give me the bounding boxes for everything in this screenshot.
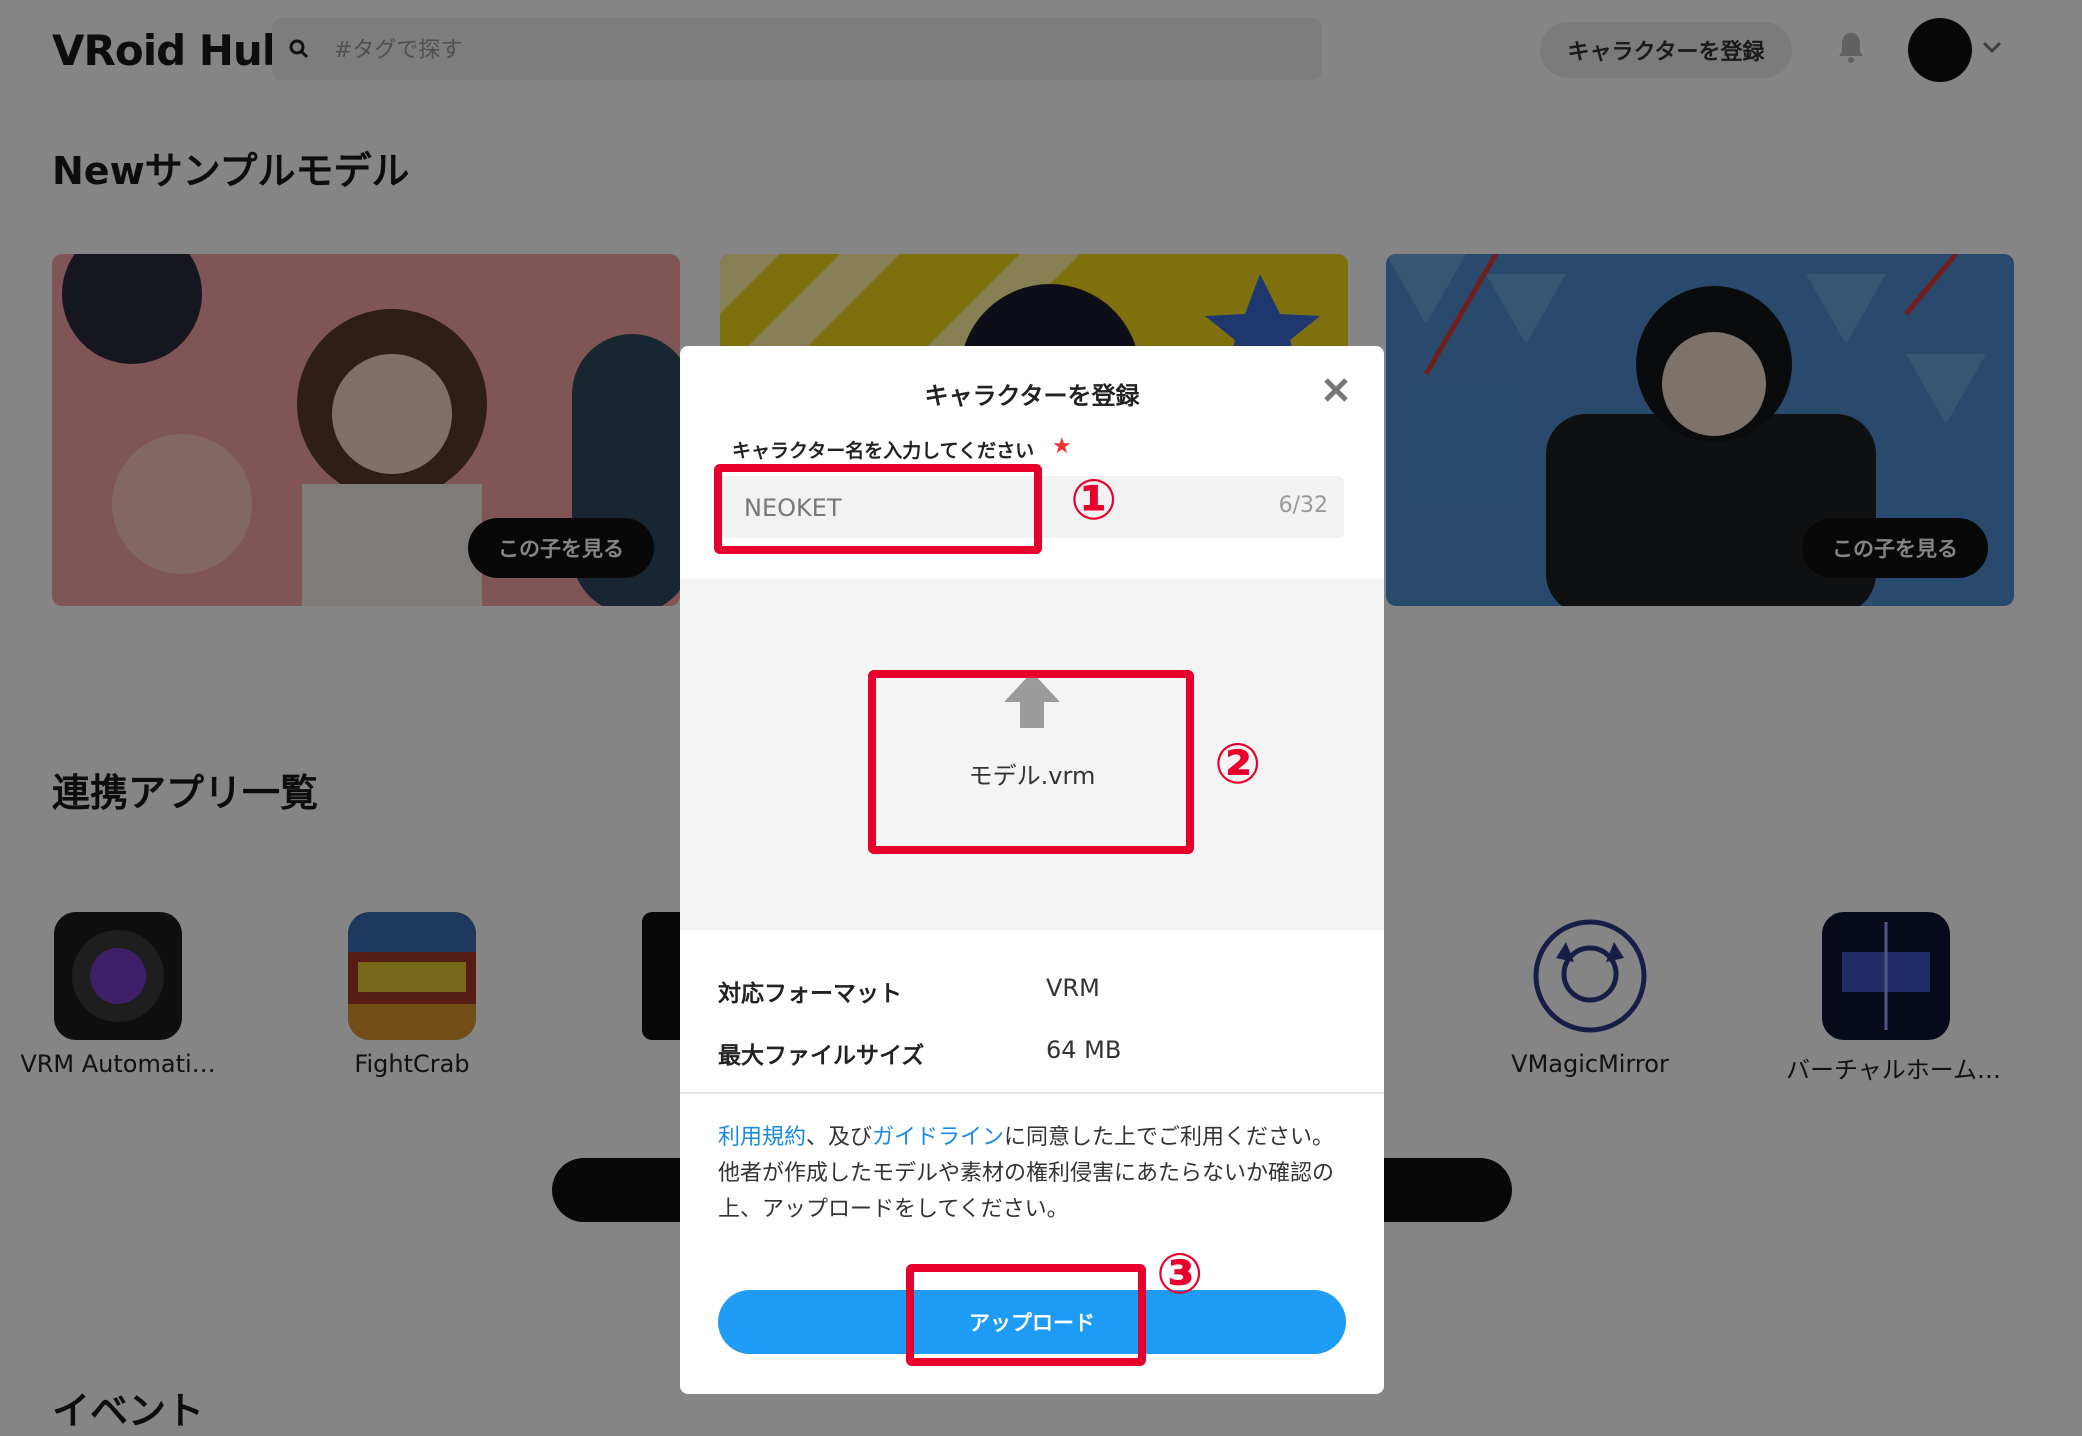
modal-title: キャラクターを登録: [924, 382, 1140, 410]
annotation-number-1: ①: [1070, 468, 1118, 533]
character-name-label: キャラクター名を入力してください: [732, 440, 1035, 462]
divider: [680, 1092, 1384, 1094]
terms-text: に同意した上でご利用ください。: [1004, 1125, 1335, 1150]
terms-link[interactable]: 利用規約: [718, 1125, 806, 1150]
annotation-box-file: [868, 670, 1194, 854]
annotation-box-name: [714, 464, 1042, 554]
format-label: 対応フォーマット: [718, 981, 902, 1007]
close-icon[interactable]: [1322, 376, 1350, 404]
max-size-label: 最大ファイルサイズ: [718, 1043, 925, 1069]
annotation-box-upload: [906, 1264, 1146, 1366]
annotation-number-3: ③: [1156, 1242, 1204, 1307]
required-mark: ★: [1052, 434, 1072, 459]
terms-connector: 、及び: [806, 1125, 873, 1150]
character-count: 6/32: [1278, 493, 1328, 518]
terms-notice: 利用規約、及びガイドラインに同意した上でご利用ください。 他者が作成したモデルや…: [718, 1120, 1358, 1228]
guideline-link[interactable]: ガイドライン: [872, 1125, 1004, 1150]
max-size-value: 64 MB: [1046, 1036, 1122, 1064]
rights-notice: 他者が作成したモデルや素材の権利侵害にあたらないか確認の上、アップロードをしてく…: [718, 1161, 1335, 1222]
annotation-number-2: ②: [1214, 732, 1262, 797]
format-value: VRM: [1046, 974, 1100, 1002]
